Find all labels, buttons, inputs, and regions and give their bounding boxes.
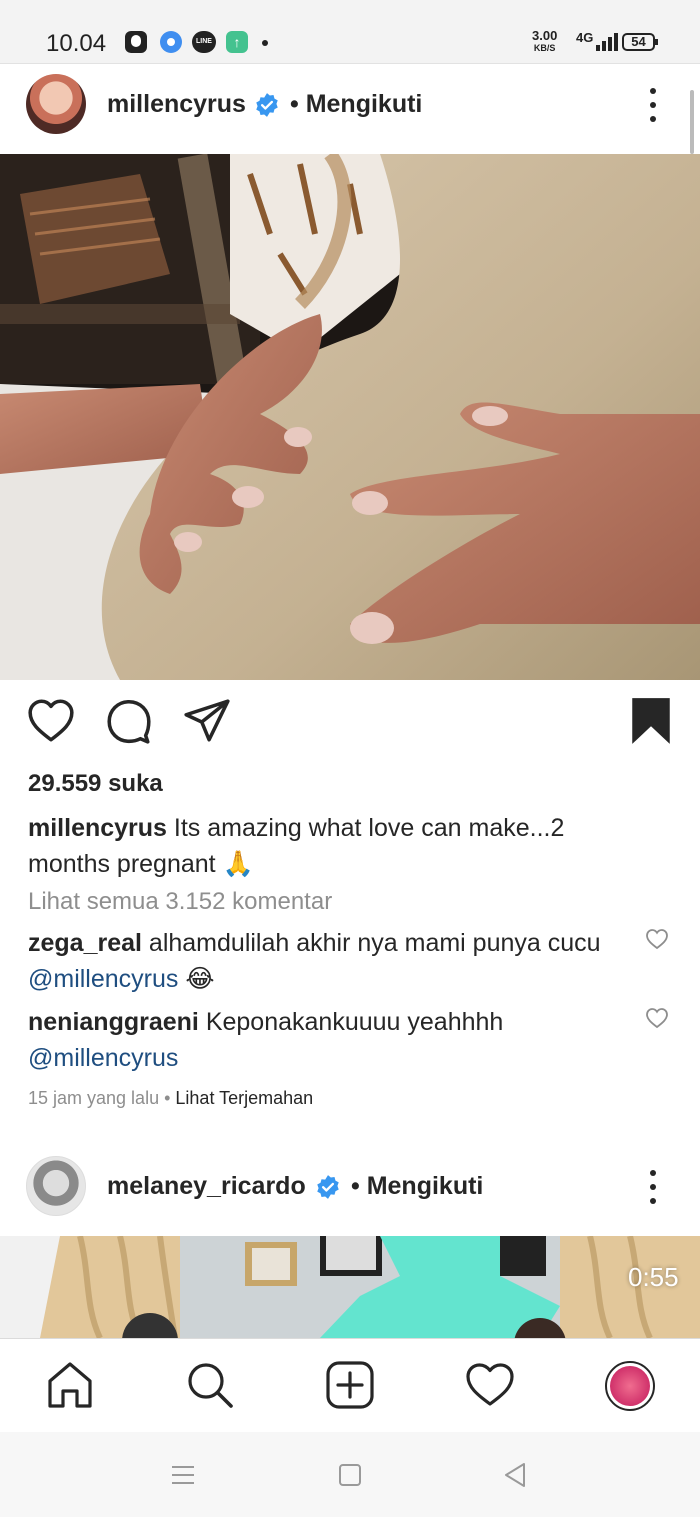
post-author-avatar[interactable]: [26, 74, 86, 134]
save-bookmark-icon[interactable]: [626, 696, 676, 746]
comment-emoji: 😂: [178, 965, 215, 993]
comment-row: zega_real alhamdulilah akhir nya mami pu…: [28, 925, 628, 997]
more-notifications-dot-icon: [262, 40, 268, 46]
status-bar: 10.04 LINE 3.00 KB/S 4G 54: [0, 0, 700, 64]
post-author-username[interactable]: millencyrus: [107, 90, 246, 119]
post-caption: millencyrus Its amazing what love can ma…: [28, 810, 638, 882]
more-options-icon[interactable]: [649, 1170, 657, 1204]
likes-count[interactable]: 29.559 suka: [28, 770, 163, 798]
post-photo[interactable]: [0, 154, 700, 680]
comment-text: alhamdulilah akhir nya mami punya cucu: [141, 929, 601, 957]
comment-mention[interactable]: @millencyrus: [28, 1044, 178, 1072]
follow-status[interactable]: • Mengikuti: [290, 90, 422, 119]
profile-avatar[interactable]: [605, 1361, 655, 1411]
video-thumbnail-illustration: [0, 1236, 700, 1338]
signal-icon: [596, 33, 618, 51]
follow-status[interactable]: • Mengikuti: [351, 1172, 483, 1201]
like-heart-icon[interactable]: [26, 696, 76, 746]
profile-avatar-image: [610, 1366, 650, 1406]
new-post-icon[interactable]: [324, 1359, 376, 1411]
verified-badge-icon: [256, 93, 278, 117]
home-icon[interactable]: [44, 1359, 96, 1411]
scrollbar[interactable]: [690, 90, 694, 154]
share-send-icon[interactable]: [182, 696, 232, 746]
post-author-username[interactable]: melaney_ricardo: [107, 1172, 306, 1201]
caption-username[interactable]: millencyrus: [28, 814, 167, 842]
post-meta: 15 jam yang lalu • Lihat Terjemahan: [28, 1088, 313, 1109]
activity-heart-icon[interactable]: [464, 1359, 516, 1411]
network-type: 4G: [576, 30, 594, 45]
view-all-comments-link[interactable]: Lihat semua 3.152 komentar: [28, 888, 332, 916]
post-timestamp: 15 jam yang lalu: [28, 1088, 160, 1108]
video-timer: 0:55: [628, 1262, 679, 1292]
back-triangle-icon[interactable]: [500, 1460, 530, 1490]
upload-icon: [226, 31, 248, 53]
comment-like-icon[interactable]: [645, 928, 669, 950]
network-speed: 3.00 KB/S: [532, 28, 558, 54]
network-speed-value: 3.00: [532, 28, 558, 43]
post-video-preview[interactable]: [0, 1236, 700, 1338]
recent-apps-menu-icon[interactable]: [168, 1460, 198, 1490]
post-photo-illustration: [0, 154, 700, 680]
line-app-icon: LINE: [192, 31, 216, 53]
comment-row: nenianggraeni Keponakankuuuu yeahhhh @mi…: [28, 1004, 628, 1076]
notification-messenger-icon: [160, 31, 182, 53]
comment-username[interactable]: nenianggraeni: [28, 1008, 199, 1036]
post-actions: [0, 696, 700, 756]
comment-text: Keponakankuuuu yeahhhh: [198, 1008, 504, 1036]
comment-icon[interactable]: [104, 696, 154, 746]
comment-username[interactable]: zega_real: [28, 929, 142, 957]
comment-like-icon[interactable]: [645, 1007, 669, 1029]
home-square-icon[interactable]: [335, 1460, 365, 1490]
verified-badge-icon: [317, 1175, 339, 1199]
status-time: 10.04: [46, 30, 107, 57]
meta-separator: •: [159, 1088, 176, 1108]
system-navigation-bar: [0, 1432, 700, 1517]
battery-icon: 54: [622, 33, 658, 51]
bottom-navigation: [0, 1338, 700, 1432]
comment-mention[interactable]: @millencyrus: [28, 965, 178, 993]
search-icon[interactable]: [184, 1359, 236, 1411]
more-options-icon[interactable]: [649, 88, 657, 122]
see-translation-link[interactable]: Lihat Terjemahan: [175, 1088, 313, 1108]
post-author-avatar[interactable]: [26, 1156, 86, 1216]
notification-app-icon: [125, 31, 147, 53]
network-speed-unit: KB/S: [533, 43, 556, 53]
